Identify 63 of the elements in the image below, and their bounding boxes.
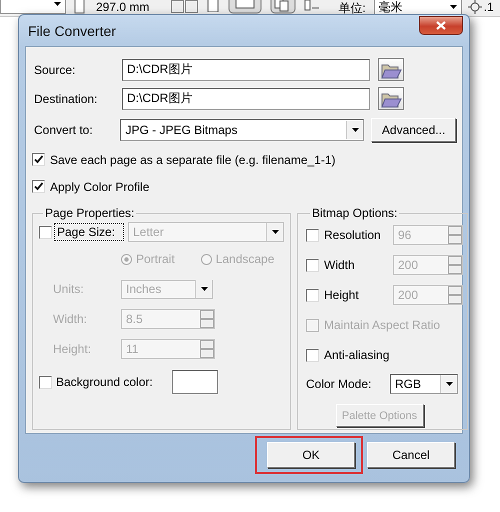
field-label: Height:: [53, 342, 92, 356]
landscape-icon[interactable]: [228, 0, 262, 14]
page-height-value[interactable]: 297.0 mm: [96, 0, 150, 14]
source-field[interactable]: D:\CDR图片: [122, 58, 370, 80]
checkbox-label: Anti-aliasing: [324, 348, 390, 362]
radio-label: Landscape: [216, 252, 274, 266]
checkbox[interactable]: [306, 348, 319, 362]
checkbox[interactable]: [32, 153, 45, 166]
cancel-button[interactable]: Cancel: [367, 442, 455, 468]
browse-button[interactable]: [378, 58, 404, 81]
number-field: 96: [393, 225, 463, 245]
checkbox-label: Maintain Aspect Ratio: [324, 318, 440, 332]
advanced-button[interactable]: Advanced...: [371, 118, 456, 142]
nudge-field[interactable]: .1: [484, 0, 494, 14]
close-button[interactable]: [419, 16, 463, 34]
number-field: 8.5: [121, 309, 215, 329]
group-title: Page Properties:: [44, 206, 136, 220]
checkbox-label: Save each page as a separate file (e.g. filename_1-1): [50, 152, 336, 166]
checkbox[interactable]: [39, 376, 52, 388]
field-label: Width:: [53, 312, 88, 326]
number-field: 11: [121, 339, 215, 359]
number-field: 200: [393, 285, 463, 305]
caret-icon: [352, 128, 359, 132]
page-icon: [74, 0, 86, 14]
page-layout-icon[interactable]: [304, 0, 320, 12]
checkbox-label: Apply Color Profile: [50, 180, 150, 194]
ok-button[interactable]: OK: [267, 442, 355, 468]
caret-icon: [446, 382, 452, 386]
group-title: Bitmap Options:: [311, 206, 398, 220]
caret-icon: [272, 230, 278, 234]
spinner-icon[interactable]: [171, 0, 198, 13]
field-label: Color Mode:: [306, 377, 372, 391]
caret-icon: [200, 287, 208, 291]
caret-icon: [54, 2, 61, 6]
browse-button[interactable]: [378, 87, 404, 110]
checkbox[interactable]: [32, 180, 45, 193]
color-swatch[interactable]: [172, 370, 218, 394]
format-dropdown[interactable]: JPG - JPEG Bitmaps: [120, 118, 364, 140]
close-icon: [436, 20, 446, 30]
field-label: Source:: [33, 62, 76, 76]
window-title: File Converter: [27, 22, 116, 38]
color-mode-dropdown[interactable]: RGB: [390, 374, 458, 394]
field-label: Destination:: [33, 92, 98, 106]
number-field: 200: [393, 255, 463, 275]
checkbox-label: Page Size:: [56, 225, 122, 239]
checkbox-label: Height: [324, 288, 360, 302]
pages-icon[interactable]: [270, 0, 296, 14]
caret-icon: [450, 5, 457, 9]
field-label: Convert to:: [33, 122, 94, 136]
units-label: 单位:: [338, 0, 366, 16]
checkbox-label: Resolution: [324, 228, 382, 242]
toolbar-dropdown[interactable]: [0, 0, 66, 14]
spinner-icon: [200, 310, 214, 328]
page-size-dropdown: Letter: [128, 222, 284, 242]
nudge-icon: [468, 0, 482, 14]
radio-label: Portrait: [136, 252, 175, 266]
checkbox-label: Width: [324, 258, 356, 272]
destination-field[interactable]: D:\CDR图片: [122, 88, 370, 110]
field-label: Units:: [53, 282, 85, 296]
checkbox-label: Background color:: [56, 375, 154, 389]
spinner-icon: [200, 340, 214, 358]
palette-options-button: Palette Options: [336, 404, 424, 427]
portrait-icon[interactable]: [206, 0, 220, 12]
